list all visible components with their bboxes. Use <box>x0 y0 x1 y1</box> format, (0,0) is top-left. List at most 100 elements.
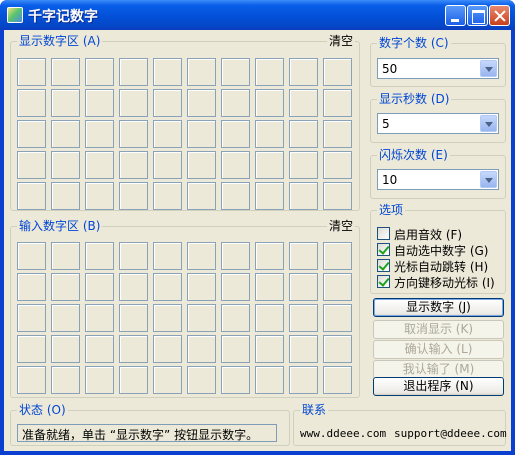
input-digit-cell[interactable] <box>221 304 250 332</box>
display-digit-cell[interactable] <box>119 58 148 86</box>
input-digit-cell[interactable] <box>153 273 182 301</box>
input-digit-cell[interactable] <box>187 366 216 394</box>
input-digit-cell[interactable] <box>153 366 182 394</box>
display-digit-cell[interactable] <box>323 120 352 148</box>
input-digit-cell[interactable] <box>187 335 216 363</box>
display-digit-cell[interactable] <box>51 89 80 117</box>
input-digit-cell[interactable] <box>323 242 352 270</box>
display-digit-cell[interactable] <box>289 151 318 179</box>
display-digit-cell[interactable] <box>187 89 216 117</box>
close-button[interactable] <box>489 5 510 26</box>
display-digit-cell[interactable] <box>323 58 352 86</box>
input-digit-cell[interactable] <box>85 242 114 270</box>
display-digit-cell[interactable] <box>255 182 284 210</box>
display-digit-cell[interactable] <box>221 58 250 86</box>
display-digit-cell[interactable] <box>255 89 284 117</box>
title-bar[interactable]: 千字记数字 <box>0 0 515 30</box>
checkbox[interactable] <box>377 243 390 256</box>
input-digit-cell[interactable] <box>323 273 352 301</box>
input-digit-cell[interactable] <box>51 242 80 270</box>
display-digit-cell[interactable] <box>17 120 46 148</box>
display-digit-cell[interactable] <box>255 151 284 179</box>
input-digit-cell[interactable] <box>221 366 250 394</box>
display-digit-cell[interactable] <box>289 89 318 117</box>
input-digit-cell[interactable] <box>119 242 148 270</box>
display-digit-cell[interactable] <box>153 120 182 148</box>
display-digit-cell[interactable] <box>119 182 148 210</box>
display-digit-cell[interactable] <box>17 89 46 117</box>
display-digit-cell[interactable] <box>323 151 352 179</box>
display-digit-cell[interactable] <box>255 120 284 148</box>
display-digit-cell[interactable] <box>51 58 80 86</box>
display-digit-cell[interactable] <box>51 151 80 179</box>
display-seconds-select[interactable]: 5 <box>377 113 499 134</box>
blink-count-select[interactable]: 10 <box>377 169 499 190</box>
input-digit-cell[interactable] <box>323 366 352 394</box>
input-digit-cell[interactable] <box>255 304 284 332</box>
display-digit-cell[interactable] <box>221 182 250 210</box>
input-digit-cell[interactable] <box>221 242 250 270</box>
minimize-button[interactable] <box>445 5 466 26</box>
input-digit-cell[interactable] <box>119 304 148 332</box>
confirm-input-button[interactable]: 确认输入 (L) <box>373 340 504 359</box>
input-digit-cell[interactable] <box>51 335 80 363</box>
input-digit-cell[interactable] <box>17 335 46 363</box>
input-digit-cell[interactable] <box>221 273 250 301</box>
display-digit-cell[interactable] <box>187 182 216 210</box>
display-digit-cell[interactable] <box>85 151 114 179</box>
display-digit-cell[interactable] <box>153 151 182 179</box>
input-digit-cell[interactable] <box>17 304 46 332</box>
checkbox[interactable] <box>377 259 390 272</box>
display-digit-cell[interactable] <box>119 120 148 148</box>
input-digit-cell[interactable] <box>187 304 216 332</box>
input-digit-cell[interactable] <box>289 335 318 363</box>
input-digit-cell[interactable] <box>51 304 80 332</box>
input-digit-cell[interactable] <box>85 366 114 394</box>
input-digit-cell[interactable] <box>119 366 148 394</box>
display-digit-cell[interactable] <box>17 182 46 210</box>
display-digit-cell[interactable] <box>153 182 182 210</box>
input-digit-cell[interactable] <box>255 242 284 270</box>
input-digit-cell[interactable] <box>187 242 216 270</box>
checkbox[interactable] <box>377 227 390 240</box>
input-digit-cell[interactable] <box>289 273 318 301</box>
input-digit-cell[interactable] <box>323 335 352 363</box>
website-link[interactable]: www.ddeee.com <box>300 427 386 440</box>
display-digit-cell[interactable] <box>289 58 318 86</box>
display-digit-cell[interactable] <box>85 89 114 117</box>
input-digit-cell[interactable] <box>153 304 182 332</box>
chevron-down-icon[interactable] <box>480 115 497 132</box>
input-digit-cell[interactable] <box>17 242 46 270</box>
display-digit-cell[interactable] <box>187 58 216 86</box>
input-digit-cell[interactable] <box>255 335 284 363</box>
display-digit-cell[interactable] <box>255 58 284 86</box>
input-digit-cell[interactable] <box>255 273 284 301</box>
display-digit-cell[interactable] <box>119 89 148 117</box>
display-digit-cell[interactable] <box>289 120 318 148</box>
input-digit-cell[interactable] <box>85 273 114 301</box>
display-digit-cell[interactable] <box>85 120 114 148</box>
display-digit-cell[interactable] <box>85 58 114 86</box>
maximize-button[interactable] <box>467 5 488 26</box>
input-digit-cell[interactable] <box>187 273 216 301</box>
display-digit-cell[interactable] <box>153 89 182 117</box>
input-digit-cell[interactable] <box>51 273 80 301</box>
display-digit-cell[interactable] <box>221 151 250 179</box>
input-digit-cell[interactable] <box>119 335 148 363</box>
display-digit-cell[interactable] <box>221 89 250 117</box>
input-clear-button[interactable]: 清空 <box>327 219 356 233</box>
input-digit-cell[interactable] <box>119 273 148 301</box>
input-digit-cell[interactable] <box>51 366 80 394</box>
display-digit-cell[interactable] <box>51 120 80 148</box>
email-link[interactable]: support@ddeee.com <box>394 427 507 440</box>
display-digit-cell[interactable] <box>119 151 148 179</box>
chevron-down-icon[interactable] <box>480 171 497 188</box>
show-digits-button[interactable]: 显示数字 (J) <box>373 298 504 317</box>
input-digit-cell[interactable] <box>221 335 250 363</box>
input-digit-cell[interactable] <box>323 304 352 332</box>
input-digit-cell[interactable] <box>17 366 46 394</box>
exit-button[interactable]: 退出程序 (N) <box>373 377 504 396</box>
input-digit-cell[interactable] <box>153 335 182 363</box>
display-digit-cell[interactable] <box>289 182 318 210</box>
display-digit-cell[interactable] <box>323 182 352 210</box>
